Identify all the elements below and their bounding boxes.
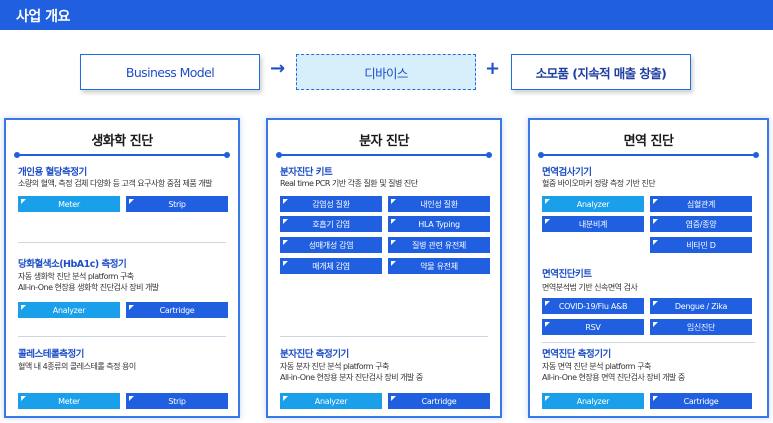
section-divider [280, 336, 488, 337]
tag-strip: Strip [126, 393, 228, 409]
section-desc: 면역분석법 기반 신속면역 검사 [542, 283, 638, 292]
tag-endocrine: 내분비계 [542, 216, 644, 232]
section-title: 당화혈색소(HbA1c) 측정기 [18, 259, 127, 270]
section-desc: 자동 면역 진단 분석 platform 구축 [542, 362, 651, 371]
tag-infectious-disease: 감염성 질환 [280, 196, 382, 212]
tag-analyzer: Analyzer [280, 393, 382, 409]
tag-meter: Meter [18, 196, 120, 212]
section-title: 면역진단 측정기기 [542, 349, 611, 360]
section-desc: All-in-One 현장용 분자 진단검사 장비 개발 중 [280, 373, 423, 382]
section-desc: Real time PCR 기반 각종 질환 및 질병 진단 [280, 179, 418, 188]
tag-cartridge: Cartridge [388, 393, 490, 409]
tag-pregnancy: 임신진단 [650, 319, 752, 335]
plus-icon: + [485, 58, 501, 79]
tag-analyzer: Analyzer [542, 393, 644, 409]
molecular-diagnosis-panel: 분자 진단 분자진단 키트 Real time PCR 기반 각종 질환 및 질… [266, 118, 502, 418]
tag-vitamin-d: 비타민 D [650, 237, 752, 253]
section-divider [18, 336, 226, 337]
tag-cardiovascular: 심혈관계 [650, 196, 752, 212]
tag-rsv: RSV [542, 319, 644, 335]
section-desc: 혈액 내 4종류의 콜레스테롤 측정 용이 [18, 362, 136, 371]
tag-endogenous-disease: 내인성 질환 [388, 196, 490, 212]
tag-dengue-zika: Dengue / Zika [650, 298, 752, 314]
section-title: 개인용 혈당측정기 [18, 167, 87, 178]
tag-vector-infection: 매개체 감염 [280, 258, 382, 274]
panel-title: 분자 진단 [359, 134, 409, 149]
biochem-diagnosis-panel: 생화학 진단 개인용 혈당측정기 소량의 혈액, 측정 검체 다양화 등 고객 … [4, 118, 240, 418]
section-desc: 소량의 혈액, 측정 검체 다양화 등 고객 요구사항 중점 제품 개발 [18, 179, 212, 188]
arrow-right-icon: → [270, 58, 286, 79]
consumables-box: 소모품 (지속적 매출 창출) [511, 54, 691, 90]
panel-title: 생화학 진단 [91, 134, 153, 149]
business-model-box: Business Model [80, 54, 260, 90]
section-title: 분자진단 측정기기 [280, 349, 349, 360]
device-box: 디바이스 [296, 54, 476, 90]
section-title: 면역검사기기 [542, 167, 592, 178]
tag-pharmacogenomics: 약물 유전체 [388, 258, 490, 274]
section-divider [18, 242, 226, 243]
section-title: 면역진단키트 [542, 269, 592, 280]
tag-cartridge: Cartridge [650, 393, 752, 409]
panel-title-rule [276, 152, 492, 158]
section-desc: 자동 분자 진단 분석 platform 구축 [280, 362, 389, 371]
tag-analyzer: Analyzer [18, 302, 120, 318]
tag-disease-genome: 질병 관련 유전체 [388, 237, 490, 253]
tag-hla-typing: HLA Typing [388, 216, 490, 232]
tag-respiratory-infection: 호흡기 감염 [280, 216, 382, 232]
tag-strip: Strip [126, 196, 228, 212]
section-desc: All-in-One 현장용 면역 진단검사 장비 개발 중 [542, 373, 685, 382]
panel-title-rule [14, 152, 230, 158]
tag-analyzer: Analyzer [542, 196, 644, 212]
immune-diagnosis-panel: 면역 진단 면역검사기기 혈중 바이오마커 정량 측정 기반 진단 Analyz… [528, 118, 769, 418]
tag-sti: 성매개성 감염 [280, 237, 382, 253]
tag-covid-flu: COVID-19/Flu A&B [542, 298, 644, 314]
section-divider [542, 342, 755, 343]
section-header-bar: 사업 개요 [0, 0, 773, 30]
tag-cartridge: Cartridge [126, 302, 228, 318]
section-title: 분자진단 키트 [280, 167, 333, 178]
page-title: 사업 개요 [16, 9, 70, 25]
section-desc: 자동 생화학 진단 분석 platform 구축 [18, 272, 134, 281]
panel-title: 면역 진단 [623, 134, 674, 149]
section-title: 콜레스테롤측정기 [18, 349, 84, 360]
section-desc: All-in-One 현장용 생화학 진단검사 장비 개발 [18, 283, 159, 292]
tag-meter: Meter [18, 393, 120, 409]
section-desc: 혈중 바이오마커 정량 측정 기반 진단 [542, 179, 656, 188]
tag-inflammation-tumor: 염증/종양 [650, 216, 752, 232]
panel-title-rule [538, 152, 759, 158]
